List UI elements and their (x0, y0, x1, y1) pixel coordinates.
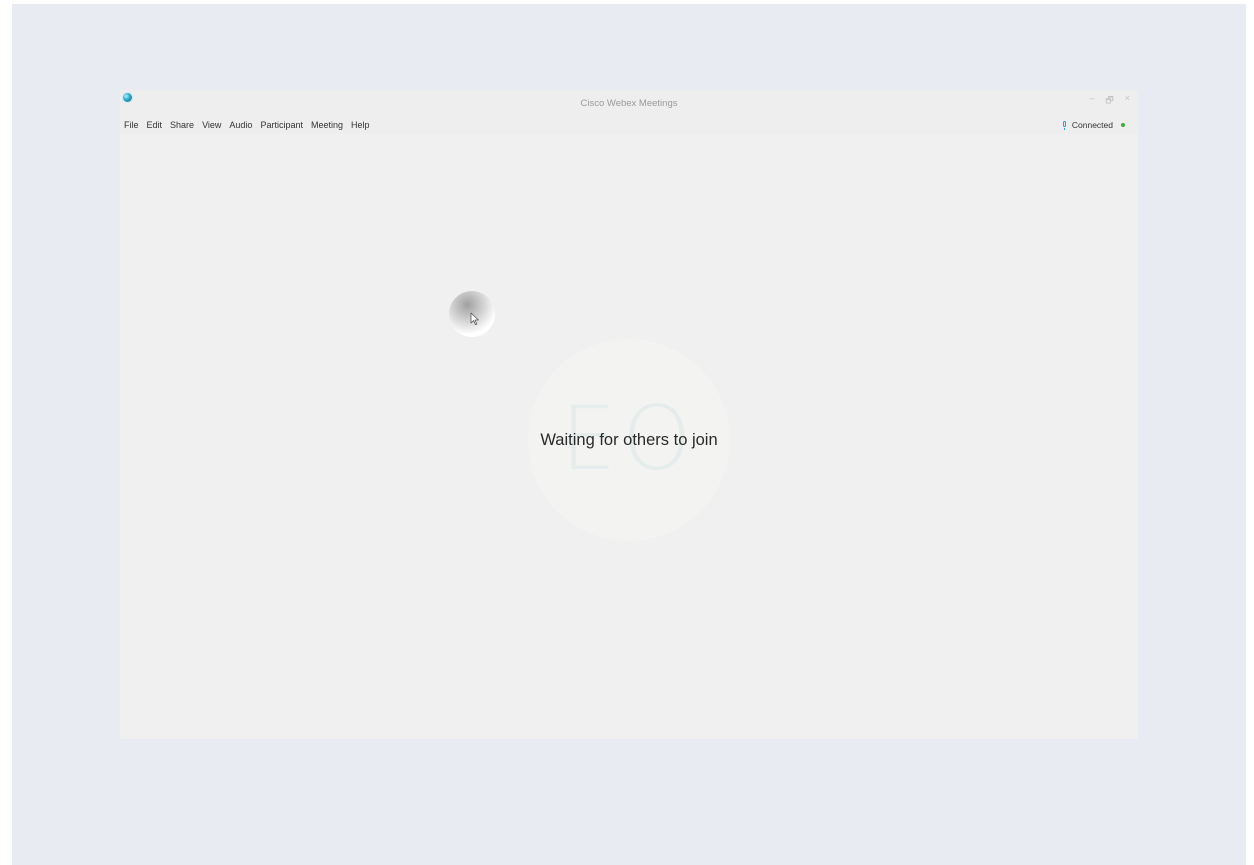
webex-meeting-window: Cisco Webex Meetings – 🗗 × File Edit Sha… (120, 90, 1138, 739)
close-button[interactable]: × (1125, 93, 1130, 109)
menu-edit[interactable]: Edit (147, 120, 163, 130)
menu-items: File Edit Share View Audio Participant M… (124, 120, 370, 130)
microphone-icon (1062, 120, 1068, 130)
connection-status[interactable]: Connected (1062, 120, 1125, 130)
connection-status-dot (1121, 123, 1125, 127)
menu-help[interactable]: Help (351, 120, 370, 130)
mouse-pointer-icon (470, 312, 479, 325)
menu-bar: File Edit Share View Audio Participant M… (120, 112, 1138, 134)
title-bar[interactable]: Cisco Webex Meetings – 🗗 × (120, 90, 1138, 112)
menu-meeting[interactable]: Meeting (311, 120, 343, 130)
participant-avatar: EO Waiting for others to join (528, 339, 730, 541)
menu-participant[interactable]: Participant (260, 120, 303, 130)
minimize-button[interactable]: – (1089, 93, 1094, 109)
connection-status-label: Connected (1071, 120, 1113, 130)
restore-button[interactable]: 🗗 (1105, 93, 1113, 109)
desktop-background: Cisco Webex Meetings – 🗗 × File Edit Sha… (12, 4, 1246, 865)
menu-audio[interactable]: Audio (229, 120, 252, 130)
waiting-message: Waiting for others to join (540, 431, 718, 449)
window-title: Cisco Webex Meetings (580, 98, 678, 109)
menu-view[interactable]: View (202, 120, 221, 130)
menu-share[interactable]: Share (170, 120, 194, 130)
menu-file[interactable]: File (124, 120, 139, 130)
window-controls: – 🗗 × (1089, 93, 1130, 109)
meeting-stage: EO Waiting for others to join (120, 134, 1138, 739)
